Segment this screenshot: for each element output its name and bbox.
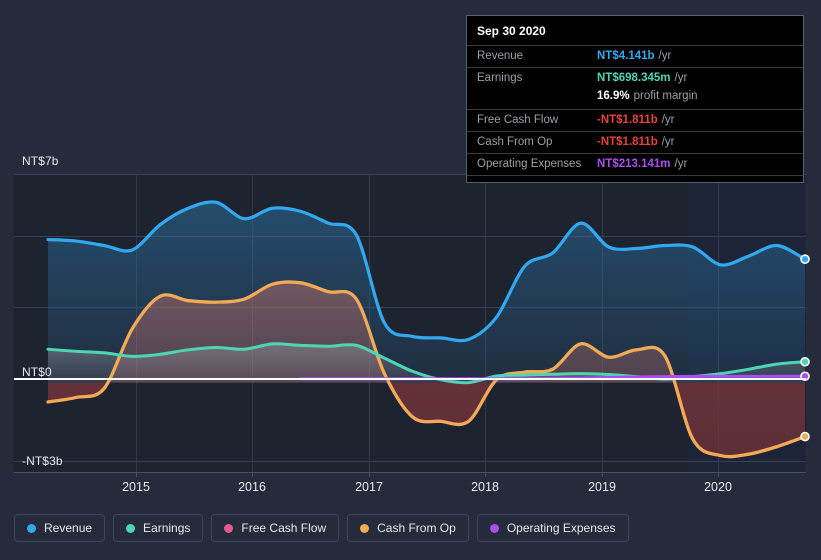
y-axis-label-bottom: -NT$3b	[22, 454, 63, 468]
series-container	[46, 200, 810, 459]
x-tick-2020	[718, 472, 719, 477]
legend-item-label: Operating Expenses	[506, 521, 616, 535]
tooltip: Sep 30 2020 Revenue NT$4.141b/yr Earnings N…	[466, 15, 804, 183]
x-tick-2018	[485, 472, 486, 477]
legend-item-label: Cash From Op	[377, 521, 456, 535]
legend-color-dot-icon	[27, 523, 36, 533]
legend-item-revenue[interactable]: Revenue	[14, 514, 106, 542]
x-axis-label-2017: 2017	[355, 480, 383, 494]
tooltip-row-value: -NT$1.811b	[597, 136, 658, 148]
legend-item-operating-expenses[interactable]: Operating Expenses	[476, 514, 629, 542]
x-tick-2019	[602, 472, 603, 477]
x-tick-2017	[369, 472, 370, 477]
x-axis-line	[14, 472, 806, 473]
tooltip-row-value: NT$4.141b	[597, 50, 655, 62]
tooltip-row: Cash From Op -NT$1.811b/yr	[467, 131, 803, 153]
x-axis-label-2015: 2015	[122, 480, 150, 494]
x-axis-label-2016: 2016	[238, 480, 266, 494]
tooltip-row: Operating Expenses NT$213.141m/yr	[467, 153, 803, 175]
zero-baseline	[14, 378, 806, 380]
tooltip-row-label: Operating Expenses	[477, 158, 582, 170]
tooltip-row-value: NT$213.141m	[597, 158, 671, 170]
y-axis-label-zero: NT$0	[22, 365, 52, 379]
plot-area	[14, 174, 810, 472]
tooltip-row-value: 16.9%	[597, 90, 630, 102]
legend-item-label: Earnings	[143, 521, 191, 535]
tooltip-date: Sep 30 2020	[477, 24, 546, 38]
tooltip-row: Earnings NT$698.345m/yr	[467, 67, 803, 89]
tooltip-row: Revenue NT$4.141b/yr	[467, 45, 803, 67]
legend-item-free-cash-flow[interactable]: Free Cash Flow	[211, 514, 340, 542]
x-axis-label-2018: 2018	[471, 480, 499, 494]
tooltip-row-value: NT$698.345m	[597, 72, 671, 84]
tooltip-row-unit: /yr	[674, 72, 688, 84]
tooltip-bottom-rule	[467, 175, 803, 178]
legend-color-dot-icon	[224, 523, 234, 533]
tooltip-row-value: -NT$1.811b	[597, 114, 658, 126]
endpoint-dot-revenue	[800, 254, 810, 264]
chart-legend: Revenue Earnings Free Cash Flow Cash From O…	[14, 514, 629, 542]
legend-item-label: Free Cash Flow	[241, 521, 327, 535]
x-axis-label-2020: 2020	[704, 480, 732, 494]
tooltip-row-label: Earnings	[477, 72, 523, 84]
tooltip-rows: Revenue NT$4.141b/yr Earnings NT$698.345m/y…	[467, 45, 803, 175]
tooltip-row-label: Free Cash Flow	[477, 114, 559, 126]
y-axis-label-top: NT$7b	[22, 154, 59, 168]
tooltip-row-unit: /yr	[661, 114, 675, 126]
tooltip-row-unit: /yr	[661, 136, 675, 148]
tooltip-row-unit: profit margin	[633, 90, 698, 102]
legend-color-dot-icon	[126, 523, 136, 533]
x-tick-2015	[136, 472, 137, 477]
tooltip-row-label: Revenue	[477, 50, 524, 62]
legend-color-dot-icon	[360, 523, 370, 533]
tooltip-row-unit: /yr	[658, 50, 672, 62]
endpoint-dot-cash-from-op	[800, 431, 810, 442]
x-tick-2016	[252, 472, 253, 477]
x-axis-label-2019: 2019	[588, 480, 616, 494]
legend-item-earnings[interactable]: Earnings	[113, 514, 204, 542]
financial-chart-widget: NT$7b NT$0 -NT$3b 2015 2016 2017 2018 20…	[0, 0, 821, 560]
legend-color-dot-icon	[489, 523, 499, 533]
legend-item-label: Revenue	[44, 521, 93, 535]
endpoint-dot-earnings	[800, 356, 810, 367]
tooltip-row: Free Cash Flow -NT$1.811b/yr	[467, 109, 803, 131]
tooltip-row-unit: /yr	[674, 158, 688, 170]
tooltip-row: 16.9% profit margin	[467, 89, 803, 109]
tooltip-row-label: Cash From Op	[477, 136, 553, 148]
legend-item-cash-from-op[interactable]: Cash From Op	[347, 514, 469, 542]
